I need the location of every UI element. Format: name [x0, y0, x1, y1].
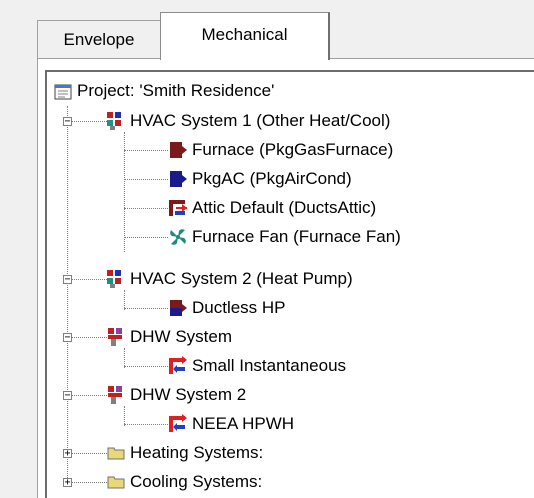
- tree-node-label: Project: 'Smith Residence': [77, 81, 275, 100]
- tree-node-hvac-system-1[interactable]: HVAC System 1 (Other Heat/Cool): [106, 109, 390, 133]
- tree-node-dhw-system[interactable]: DHW System: [106, 325, 232, 349]
- tree-node-label: NEEA HPWH: [192, 414, 295, 433]
- tree-connector: [124, 179, 168, 180]
- expand-toggle[interactable]: +: [63, 478, 72, 488]
- tree-connector: [124, 348, 125, 368]
- tree-node-label: PkgAC (PkgAirCond): [192, 169, 352, 188]
- tree-connector: [67, 106, 68, 486]
- tree-node-dhw-system-2[interactable]: DHW System 2: [106, 383, 246, 407]
- tree-node-ductless-hp[interactable]: Ductless HP: [168, 296, 286, 320]
- tree-connector: [124, 424, 168, 425]
- tab-strip: Envelope Mechanical: [0, 0, 534, 60]
- hvac-system-icon: [107, 112, 121, 130]
- tree-node-pkgac[interactable]: PkgAC (PkgAirCond): [168, 167, 352, 191]
- tree-node-neea-hpwh[interactable]: NEEA HPWH: [168, 412, 294, 436]
- tree-node-label: DHW System 2: [130, 385, 247, 404]
- tree-node-small-instantaneous[interactable]: Small Instantaneous: [168, 354, 346, 378]
- fan-icon: [170, 229, 186, 245]
- collapse-toggle[interactable]: −: [63, 275, 72, 285]
- duct-icon: [169, 200, 187, 216]
- tree-node-heating-systems[interactable]: Heating Systems:: [106, 441, 263, 465]
- collapse-toggle[interactable]: −: [63, 391, 72, 401]
- project-icon: [54, 84, 72, 100]
- tree-connector: [72, 482, 107, 483]
- water-heater-icon: [169, 414, 187, 432]
- tree-connector: [72, 395, 107, 396]
- tree-connector: [72, 121, 107, 122]
- expand-toggle[interactable]: +: [63, 449, 72, 459]
- tree-connector: [124, 208, 168, 209]
- air-conditioner-icon: [170, 171, 187, 187]
- tab-envelope[interactable]: Envelope: [37, 20, 161, 58]
- tree-connector: [124, 290, 125, 310]
- tree-node-label: Furnace (PkgGasFurnace): [192, 140, 394, 159]
- folder-icon: [107, 476, 125, 489]
- tree-connector: [124, 237, 168, 238]
- tree-node-label: DHW System: [130, 327, 232, 346]
- tree-connector: [124, 150, 168, 151]
- tree-connector: [72, 337, 107, 338]
- tree-connector: [72, 279, 107, 280]
- folder-icon: [107, 447, 125, 460]
- tree-connector: [124, 366, 168, 367]
- tree-node-label: HVAC System 2 (Heat Pump): [130, 269, 353, 288]
- tree-node-label: Small Instantaneous: [192, 356, 347, 375]
- furnace-icon: [170, 142, 187, 158]
- tree-node-label: Heating Systems:: [130, 443, 264, 462]
- dhw-system-icon: [108, 328, 122, 346]
- tree-node-furnace[interactable]: Furnace (PkgGasFurnace): [168, 138, 393, 162]
- water-heater-icon: [169, 356, 187, 374]
- tree-node-label: Furnace Fan (Furnace Fan): [192, 227, 401, 246]
- tree-node-label: Ductless HP: [192, 298, 286, 317]
- heat-pump-icon: [170, 300, 187, 316]
- tree-node-furnace-fan[interactable]: Furnace Fan (Furnace Fan): [168, 225, 401, 249]
- tree-node-attic-default[interactable]: Attic Default (DuctsAttic): [168, 196, 376, 220]
- collapse-toggle[interactable]: −: [63, 333, 72, 343]
- tree-node-label: Cooling Systems:: [130, 472, 263, 491]
- tree-connector: [124, 308, 168, 309]
- tree-connector: [124, 406, 125, 426]
- tab-mechanical[interactable]: Mechanical: [160, 12, 330, 60]
- collapse-toggle[interactable]: −: [63, 117, 72, 127]
- mechanical-tree-view[interactable]: Project: 'Smith Residence' − HVAC System…: [45, 70, 534, 498]
- tree-node-label: Attic Default (DuctsAttic): [192, 198, 377, 217]
- tree-node-label: HVAC System 1 (Other Heat/Cool): [130, 111, 391, 130]
- tree-node-project[interactable]: Project: 'Smith Residence': [53, 79, 274, 103]
- tree-node-hvac-system-2[interactable]: HVAC System 2 (Heat Pump): [106, 267, 353, 291]
- dhw-system-icon: [108, 386, 122, 404]
- tree-node-cooling-systems[interactable]: Cooling Systems:: [106, 470, 262, 494]
- tree-connector: [72, 453, 107, 454]
- hvac-system-icon: [107, 270, 121, 288]
